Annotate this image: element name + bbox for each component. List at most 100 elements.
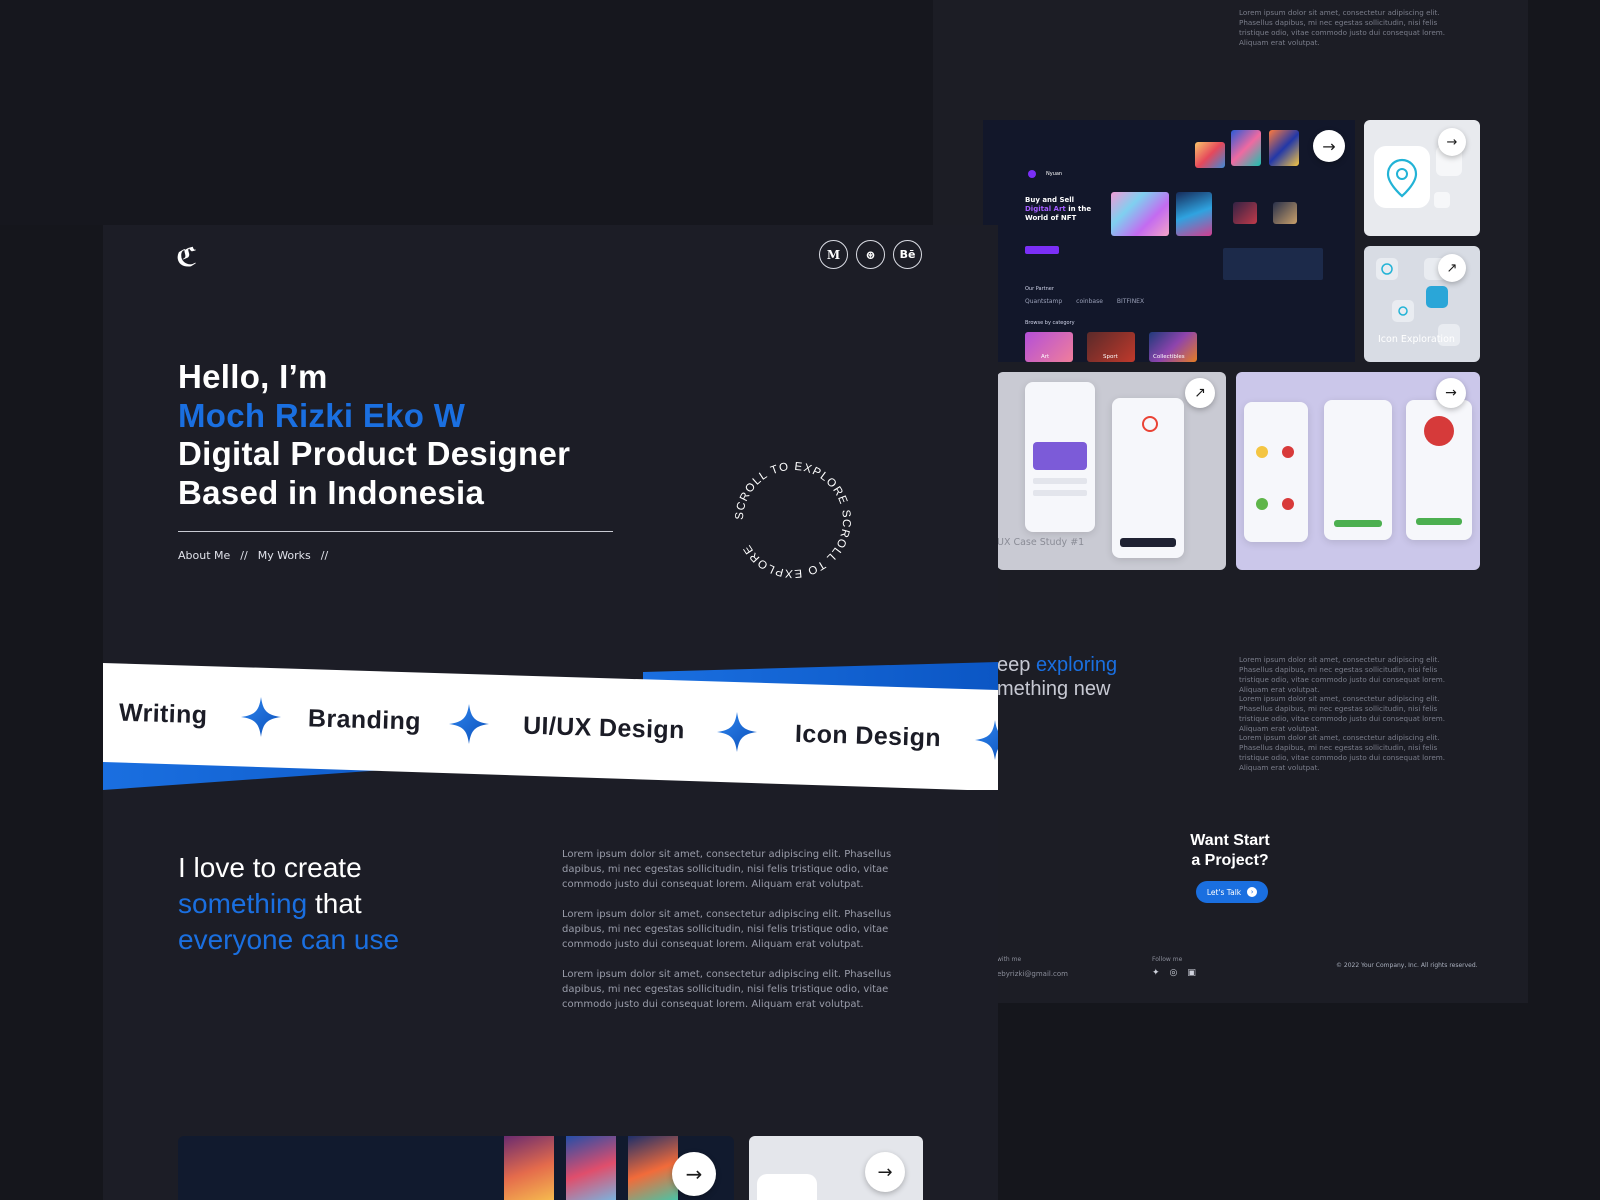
- behance-icon[interactable]: Bē: [893, 240, 922, 269]
- ux-case-study-card[interactable]: UX Case Study #1 ↗: [997, 372, 1226, 570]
- dribbble-icon[interactable]: ⊛: [856, 240, 885, 269]
- nft-connected-panel: [1223, 248, 1323, 280]
- right-lorem-3: Lorem ipsum dolor sit amet, consectetur …: [1239, 733, 1446, 772]
- copyright-text: © 2022 Your Company, Inc. All rights res…: [1336, 962, 1478, 969]
- keep-exploring-accent: exploring: [1035, 654, 1118, 676]
- phone-mockup-cart: [1324, 400, 1392, 540]
- contact-email[interactable]: ebyrizki@gmail.com: [997, 970, 1068, 978]
- nft-partner-logos: Quantstamp coinbase BITFINEX: [1025, 298, 1144, 305]
- skill-writing: Writing: [118, 698, 208, 730]
- skill-uiux-design: UI/UX Design: [522, 711, 686, 745]
- contact-label: with me: [997, 956, 1022, 963]
- about-line1: I love to create: [178, 852, 362, 883]
- my-works-link[interactable]: My Works: [258, 549, 311, 562]
- keep-exploring-heading: eep exploring mething new: [997, 653, 1117, 701]
- hero-name: Moch Rizki Eko W: [178, 396, 466, 434]
- brand-logo[interactable]: ℭ: [176, 243, 197, 273]
- background-upper-left: [0, 0, 933, 225]
- skill-branding: Branding: [307, 704, 422, 736]
- hero-nav-links: About Me // My Works //: [178, 549, 328, 562]
- hero-greeting: Hello, I’m: [178, 358, 328, 395]
- about-paragraph-1: Lorem ipsum dolor sit amet, consectetur …: [562, 849, 892, 890]
- keep-exploring-pre: eep: [997, 654, 1031, 676]
- partner-logo: BITFINEX: [1116, 298, 1145, 305]
- lets-talk-button[interactable]: Let's Talk ›: [1196, 881, 1268, 903]
- hero-location: Based in Indonesia: [178, 473, 485, 511]
- arrow-up-right-icon[interactable]: ↗: [1185, 378, 1215, 408]
- arrow-right-icon[interactable]: →: [1436, 378, 1466, 408]
- icon-project-card-1[interactable]: →: [1364, 120, 1480, 236]
- arrow-right-icon[interactable]: →: [1313, 130, 1345, 162]
- right-lorem-2: Lorem ipsum dolor sit amet, consectetur …: [1239, 694, 1446, 733]
- nft-brand: Nyuan: [1046, 171, 1063, 177]
- lets-talk-label: Let's Talk: [1206, 887, 1242, 897]
- nft-nav: Nyuan: [1028, 170, 1062, 178]
- skills-ribbon: Writing Branding UI/UX Design Icon Desig…: [103, 650, 998, 790]
- phone-mockup-product: [1406, 400, 1472, 540]
- nft-art-6: [1233, 202, 1257, 224]
- link-separator: //: [240, 549, 248, 562]
- phone-mockup-jobs: [1025, 382, 1095, 532]
- arrow-up-right-icon[interactable]: ↗: [1438, 254, 1466, 282]
- nft-cta-button: [1025, 246, 1059, 254]
- svg-text:SCROLL TO EXPLORE SCROLL TO EX: SCROLL TO EXPLORE SCROLL TO EXPLORE: [734, 461, 852, 579]
- about-paragraph-2: Lorem ipsum dolor sit amet, consectetur …: [562, 909, 892, 950]
- instagram-icon[interactable]: ◎: [1170, 968, 1178, 978]
- ribbon-items: Writing Branding UI/UX Design Icon Desig…: [103, 650, 998, 790]
- sparkle-icon: [449, 704, 489, 744]
- hero-divider: [178, 531, 613, 532]
- arrow-right-icon[interactable]: →: [865, 1152, 905, 1192]
- skill-icon-design: Icon Design: [794, 719, 942, 753]
- nft-art-7: [1273, 202, 1297, 224]
- ux-case-study-label: UX Case Study #1: [997, 537, 1085, 548]
- nft-category-collectibles: Collectibles: [1149, 332, 1197, 362]
- sparkle-icon: [241, 697, 281, 737]
- about-line2-accent: something: [178, 888, 308, 919]
- about-line3-accent: everyone can use: [178, 924, 400, 955]
- linkedin-icon[interactable]: ▣: [1187, 968, 1196, 978]
- main-landing-panel: ℭ M ⊛ Bē Hello, I’m Moch Rizki Eko W Dig…: [103, 225, 998, 1200]
- grocery-app-card[interactable]: →: [1236, 372, 1480, 570]
- nft-art-5: [1269, 130, 1299, 166]
- icon-tile: [757, 1174, 817, 1200]
- nft-category-art: Art: [1025, 332, 1073, 362]
- scroll-to-explore-badge[interactable]: SCROLL TO EXPLORE SCROLL TO EXPLORE: [733, 460, 853, 580]
- follow-label: Follow me: [1152, 956, 1183, 963]
- partner-logo: Quantstamp: [1025, 298, 1063, 305]
- right-lorem-1: Lorem ipsum dolor sit amet, consectetur …: [1239, 655, 1446, 694]
- twitter-icon[interactable]: ✦: [1152, 968, 1160, 978]
- nft-browse-label: Browse by category: [1025, 320, 1075, 326]
- nft-title-accent: Digital Art: [1025, 205, 1066, 213]
- arrow-right-icon[interactable]: →: [1438, 128, 1466, 156]
- nft-title-pre: Buy and Sell: [1025, 196, 1075, 204]
- about-line2-post: that: [307, 888, 362, 919]
- chevron-right-icon: ›: [1247, 887, 1258, 897]
- about-me-link[interactable]: About Me: [178, 549, 230, 562]
- nft-category-sport: Sport: [1087, 332, 1135, 362]
- sparkle-icon: [717, 712, 757, 752]
- icon-project-card-preview[interactable]: →: [749, 1136, 923, 1200]
- header-social-links: M ⊛ Bē: [819, 240, 922, 269]
- nft-art-3: [1195, 142, 1225, 168]
- arrow-right-icon[interactable]: →: [672, 1152, 716, 1196]
- nft-logo-icon: [1028, 170, 1036, 178]
- cta-line1: Want Start: [1190, 832, 1270, 849]
- hero-role: Digital Product Designer: [178, 435, 571, 472]
- icon-project-card-2[interactable]: Icon Exploration ↗: [1364, 246, 1480, 362]
- hero-heading: Hello, I’m Moch Rizki Eko W Digital Prod…: [178, 358, 570, 512]
- phone-mockup-job-detail: [1112, 398, 1184, 558]
- nft-hero-title: Buy and Sell Digital Art in the World of…: [1025, 196, 1115, 223]
- sparkle-icon: [975, 720, 998, 760]
- nft-category-label: Art: [1041, 354, 1050, 360]
- footer-social-icons: ✦ ◎ ▣: [1152, 968, 1196, 978]
- nft-project-card[interactable]: Nyuan Buy and Sell Digital Art in the Wo…: [983, 120, 1355, 362]
- nft-art-4: [1231, 130, 1261, 166]
- cta-heading: Want Start a Project?: [1170, 831, 1290, 871]
- nft-project-card-preview[interactable]: →: [178, 1136, 734, 1200]
- about-paragraph-3: Lorem ipsum dolor sit amet, consectetur …: [562, 969, 892, 1010]
- phone-mockup-shop: [1244, 402, 1308, 542]
- medium-icon[interactable]: M: [819, 240, 848, 269]
- nft-thumb: [566, 1136, 616, 1200]
- nft-thumb: [628, 1136, 678, 1200]
- cta-line2: a Project?: [1191, 852, 1269, 869]
